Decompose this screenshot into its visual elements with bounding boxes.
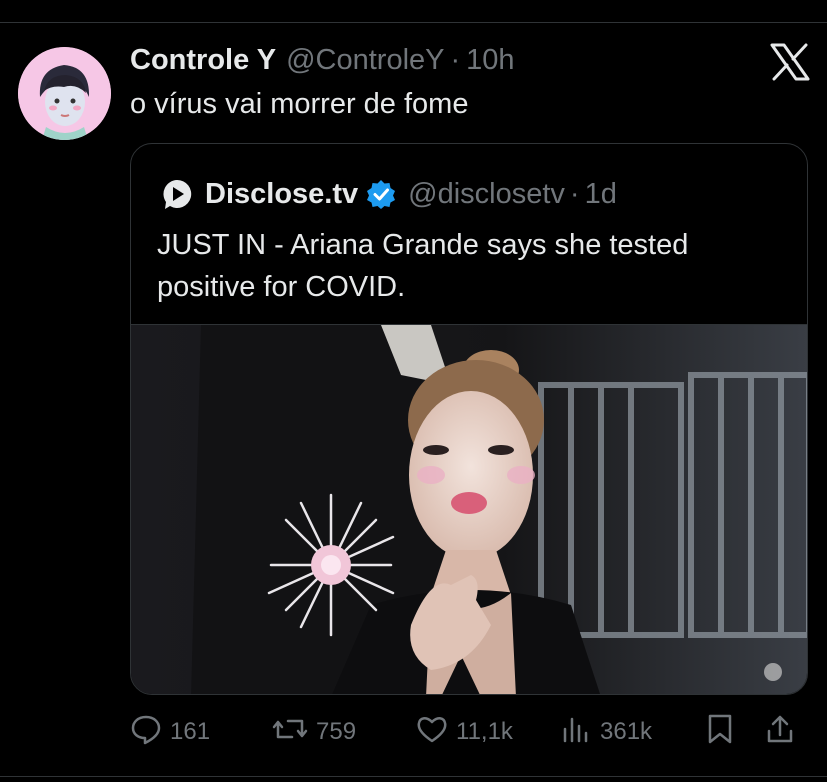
top-divider <box>0 22 827 23</box>
action-bar: 161 759 11,1k 361k <box>0 710 827 754</box>
quoted-text: JUST IN - Ariana Grande says she tested … <box>157 229 689 303</box>
x-logo-icon[interactable] <box>770 43 810 81</box>
bookmark-button[interactable] <box>706 710 742 754</box>
heart-icon <box>416 713 456 752</box>
bookmark-icon <box>706 713 742 752</box>
author-name[interactable]: Controle Y <box>130 44 276 77</box>
quoted-header: Disclose.tv @disclosetv · 1d <box>161 174 617 214</box>
reply-button[interactable]: 161 <box>130 710 210 754</box>
author-handle[interactable]: @ControleY <box>286 44 444 77</box>
tweet-time[interactable]: 10h <box>466 44 514 77</box>
quoted-separator-dot: · <box>569 177 580 210</box>
disclose-logo-icon <box>161 178 193 210</box>
tweet-header: Controle Y @ControleY · 10h <box>130 44 515 80</box>
separator-dot: · <box>450 44 461 76</box>
quoted-media-photo[interactable] <box>131 324 807 694</box>
tweet-text: o vírus vai morrer de fome <box>130 88 469 120</box>
repost-button[interactable]: 759 <box>272 710 356 754</box>
like-button[interactable]: 11,1k <box>416 710 513 754</box>
verified-badge-icon <box>366 179 396 209</box>
quoted-author-name[interactable]: Disclose.tv <box>205 178 358 211</box>
bottom-divider <box>0 776 827 777</box>
reply-count: 161 <box>170 718 211 745</box>
quoted-tweet[interactable]: Disclose.tv @disclosetv · 1d JUST IN - A… <box>130 143 808 695</box>
views-count: 361k <box>600 718 653 745</box>
avatar[interactable] <box>18 47 111 140</box>
reply-icon <box>130 713 170 752</box>
views-chart-icon <box>560 713 600 752</box>
repost-icon <box>272 713 316 752</box>
repost-count: 759 <box>316 718 357 745</box>
views-button[interactable]: 361k <box>560 710 652 754</box>
quoted-time[interactable]: 1d <box>585 178 617 211</box>
like-count: 11,1k <box>456 718 513 745</box>
share-icon <box>765 713 803 752</box>
quoted-author-handle[interactable]: @disclosetv <box>408 178 565 211</box>
share-button[interactable] <box>765 710 803 754</box>
